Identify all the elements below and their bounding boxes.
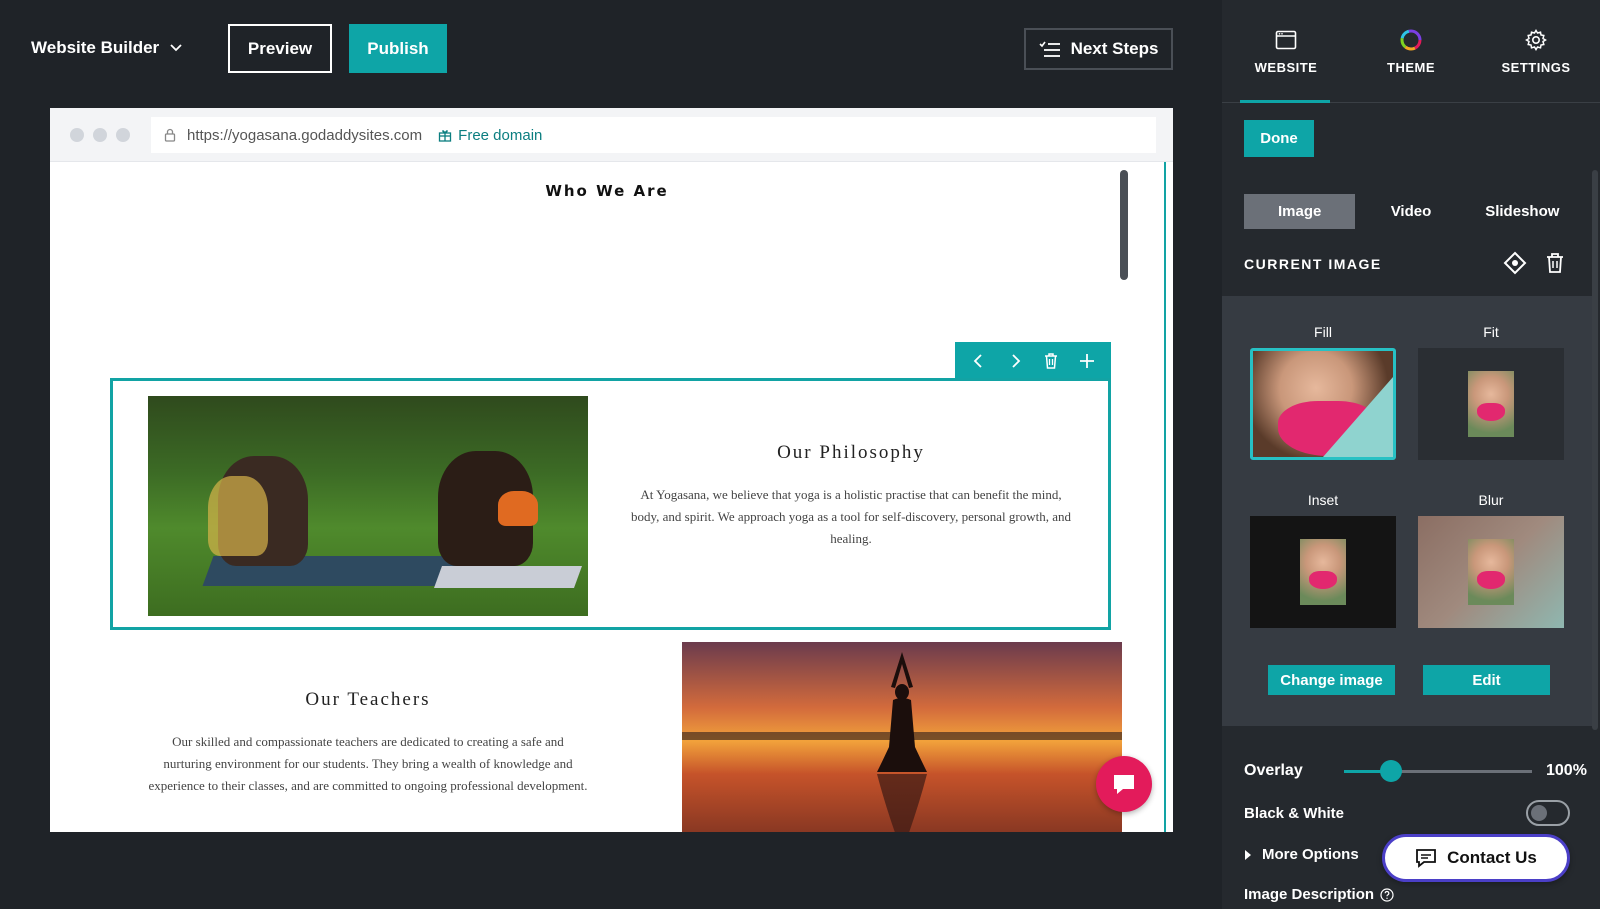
current-image-label: CURRENT IMAGE xyxy=(1244,256,1382,272)
delete-image-button[interactable] xyxy=(1542,250,1568,276)
editor-side-panel: WEBSITE THEME SETTINGS Done Image Video … xyxy=(1222,0,1600,909)
trash-icon xyxy=(1547,253,1563,273)
tab-settings[interactable]: SETTINGS xyxy=(1476,28,1596,75)
window-dots xyxy=(70,128,130,142)
preview-scroll-thumb[interactable] xyxy=(1120,170,1128,280)
teachers-heading: Our Teachers xyxy=(305,689,431,710)
meditator-silhouette xyxy=(877,652,927,832)
gift-icon xyxy=(439,130,452,142)
sunset-meditation-image[interactable] xyxy=(682,642,1122,832)
next-steps-label: Next Steps xyxy=(1070,39,1159,58)
color-wheel-icon xyxy=(1400,29,1422,51)
website-builder-menu[interactable]: Website Builder xyxy=(31,38,183,58)
overlay-control: Overlay 100% xyxy=(1244,756,1587,786)
fit-option-inset[interactable]: Inset xyxy=(1250,492,1396,628)
image-fit-options: Fill Fit Inset Blur xyxy=(1222,296,1592,726)
tab-website[interactable]: WEBSITE xyxy=(1226,28,1346,75)
fit-fit-label: Fit xyxy=(1483,324,1499,340)
brand-label: Website Builder xyxy=(31,38,160,57)
fit-option-fill[interactable]: Fill xyxy=(1250,324,1396,460)
tab-website-label: WEBSITE xyxy=(1254,60,1318,75)
tab-theme[interactable]: THEME xyxy=(1351,28,1471,75)
plus-icon xyxy=(1080,354,1094,368)
url-bar: https://yogasana.godaddysites.com Free d… xyxy=(151,117,1156,153)
section-title: Who We Are xyxy=(545,182,669,200)
philosophy-heading: Our Philosophy xyxy=(777,442,925,463)
done-button[interactable]: Done xyxy=(1244,120,1314,157)
focal-point-icon xyxy=(1503,251,1527,275)
next-steps-button[interactable]: Next Steps xyxy=(1024,28,1173,70)
chevron-down-icon xyxy=(170,44,182,52)
preview-scroll-track xyxy=(1164,162,1173,832)
preview-button[interactable]: Preview xyxy=(228,24,332,73)
inset-thumbnail xyxy=(1250,516,1396,628)
partner-yoga-image[interactable] xyxy=(148,396,588,616)
move-left-button[interactable] xyxy=(964,346,994,376)
checklist-icon xyxy=(1038,41,1060,57)
image-description-row: Image Description xyxy=(1244,886,1394,903)
browser-window-icon xyxy=(1275,30,1297,50)
active-tab-indicator xyxy=(1240,100,1330,103)
teachers-text-block: Our Teachers Our skilled and compassiona… xyxy=(148,689,588,797)
edit-image-button[interactable]: Edit xyxy=(1423,665,1550,695)
change-image-button[interactable]: Change image xyxy=(1268,665,1395,695)
contact-us-button[interactable]: Contact Us xyxy=(1382,834,1570,882)
overlay-slider-knob[interactable] xyxy=(1380,760,1402,782)
philosophy-text-block: Our Philosophy At Yogasana, we believe t… xyxy=(626,442,1076,550)
blur-thumbnail xyxy=(1418,516,1564,628)
chat-button[interactable] xyxy=(1096,756,1152,812)
block-toolbar xyxy=(955,342,1111,380)
fit-option-fit[interactable]: Fit xyxy=(1418,324,1564,460)
move-right-button[interactable] xyxy=(1000,346,1030,376)
site-url: https://yogasana.godaddysites.com xyxy=(187,126,423,144)
fit-fill-label: Fill xyxy=(1314,324,1332,340)
philosophy-body: At Yogasana, we believe that yoga is a h… xyxy=(631,487,1071,546)
browser-chrome: https://yogasana.godaddysites.com Free d… xyxy=(50,108,1173,162)
black-white-toggle[interactable] xyxy=(1526,800,1570,826)
fit-thumbnail xyxy=(1418,348,1564,460)
chevron-right-icon xyxy=(1012,354,1021,368)
more-options-toggle[interactable]: More Options xyxy=(1244,846,1359,863)
page-canvas: Who We Are Our Philosophy At Yogasana, w… xyxy=(50,162,1164,832)
fit-option-blur[interactable]: Blur xyxy=(1418,492,1564,628)
contact-us-label: Contact Us xyxy=(1447,848,1537,867)
media-type-image[interactable]: Image xyxy=(1244,194,1356,229)
current-image-actions xyxy=(1502,250,1568,276)
chevron-left-icon xyxy=(973,354,982,368)
fit-inset-label: Inset xyxy=(1307,492,1339,508)
editor-topbar: Website Builder Preview Publish Next Ste… xyxy=(0,0,1222,100)
fill-thumbnail xyxy=(1250,348,1396,460)
gear-icon xyxy=(1525,29,1547,51)
teachers-body: Our skilled and compassionate teachers a… xyxy=(148,734,588,793)
tab-settings-label: SETTINGS xyxy=(1501,60,1571,75)
overlay-slider[interactable] xyxy=(1344,760,1532,782)
overlay-value: 100% xyxy=(1546,762,1587,779)
caret-right-icon xyxy=(1245,849,1251,860)
tab-theme-label: THEME xyxy=(1387,60,1435,75)
more-options-label: More Options xyxy=(1262,846,1359,863)
help-icon[interactable] xyxy=(1380,887,1394,902)
chat-icon xyxy=(1114,775,1134,794)
free-domain-label: Free domain xyxy=(458,126,543,144)
publish-button[interactable]: Publish xyxy=(349,24,447,73)
chat-icon xyxy=(1416,849,1437,868)
overlay-label: Overlay xyxy=(1244,762,1303,779)
trash-icon xyxy=(1045,353,1057,369)
fit-blur-label: Blur xyxy=(1478,492,1504,508)
black-white-label: Black & White xyxy=(1244,805,1345,822)
site-preview-frame: https://yogasana.godaddysites.com Free d… xyxy=(50,108,1173,832)
panel-tabs: WEBSITE THEME SETTINGS xyxy=(1222,0,1600,103)
lock-icon xyxy=(164,128,176,142)
media-type-video[interactable]: Video xyxy=(1355,194,1466,229)
media-type-slideshow[interactable]: Slideshow xyxy=(1467,194,1578,229)
free-domain-link[interactable]: Free domain xyxy=(438,127,542,144)
delete-block-button[interactable] xyxy=(1036,346,1066,376)
toggle-knob xyxy=(1531,805,1547,821)
panel-scrollbar[interactable] xyxy=(1592,170,1598,730)
focal-point-button[interactable] xyxy=(1502,250,1528,276)
media-type-selector: Image Video Slideshow xyxy=(1244,194,1578,229)
image-description-label: Image Description xyxy=(1244,886,1375,903)
add-block-button[interactable] xyxy=(1072,346,1102,376)
